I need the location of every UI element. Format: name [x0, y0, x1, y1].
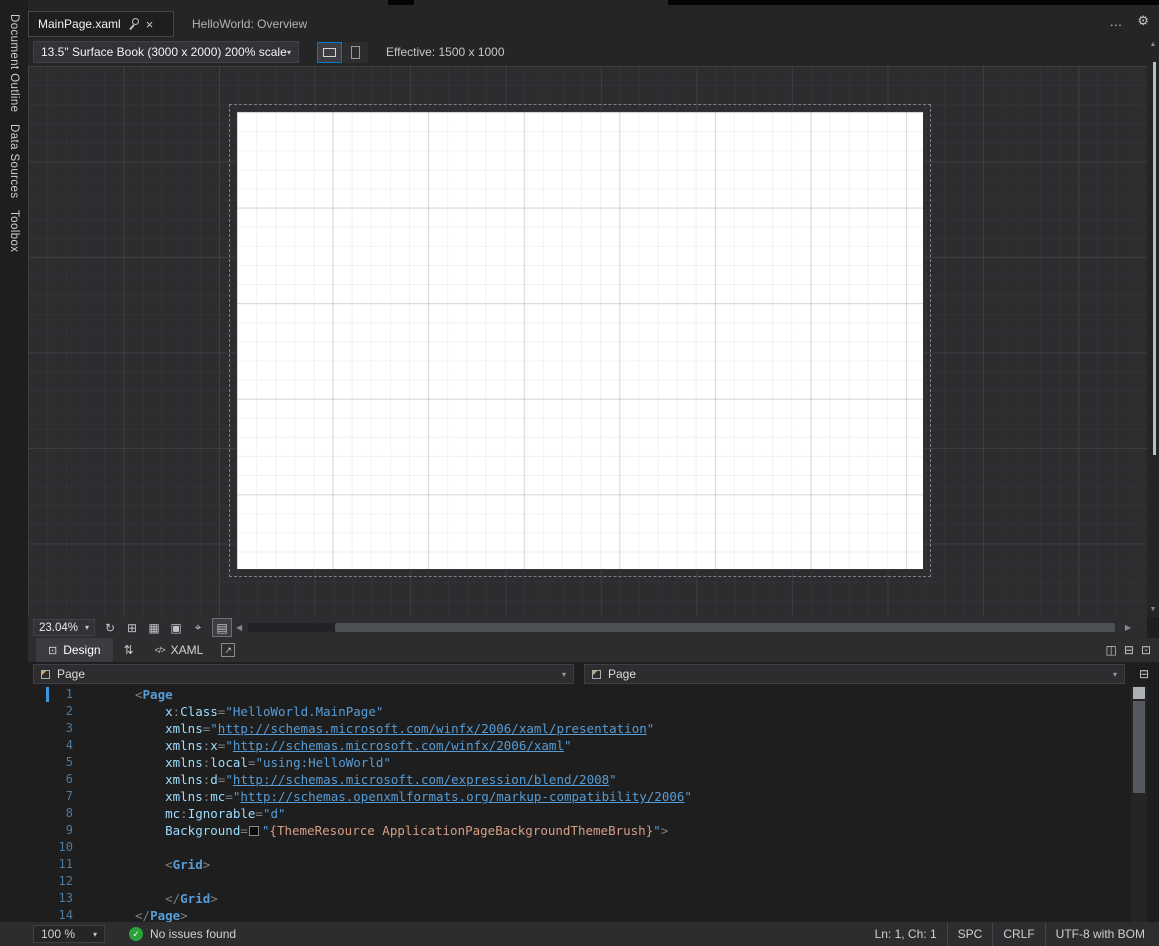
show-grid-icon[interactable]: ⊞	[122, 618, 142, 637]
chevron-down-icon: ▾	[287, 48, 291, 57]
tab-design[interactable]: ⊡ Design	[36, 638, 113, 662]
snap-grid-icon[interactable]: ▦	[144, 618, 164, 637]
page-artboard[interactable]	[236, 111, 924, 570]
tab-label: MainPage.xaml	[38, 17, 121, 31]
breadcrumb-element-right[interactable]: Page ▾	[584, 664, 1125, 684]
encoding-label: UTF-8 with BOM	[1045, 922, 1159, 946]
landscape-orientation-button[interactable]	[317, 42, 342, 63]
refresh-icon[interactable]: ↻	[100, 618, 120, 637]
pin-icon[interactable]	[128, 18, 139, 30]
breadcrumb-element-left[interactable]: Page ▾	[33, 664, 574, 684]
scroll-right-icon[interactable]: ▶	[1125, 623, 1131, 632]
device-toolbar: 13.5" Surface Book (3000 x 2000) 200% sc…	[28, 38, 1147, 66]
chevron-down-icon: ▾	[93, 930, 97, 939]
design-tab-label: Design	[63, 643, 100, 657]
color-swatch	[249, 826, 259, 836]
xaml-tab-label: XAML	[171, 643, 204, 657]
zoom-selector[interactable]: 23.04% ▾	[33, 619, 95, 636]
editor-status-bar: 100 % ▾ ✓ No issues found Ln: 1, Ch: 1 S…	[0, 922, 1159, 946]
tab-xaml[interactable]: </> XAML	[145, 643, 214, 657]
check-circle-icon: ✓	[129, 927, 143, 941]
device-selector-value: 13.5" Surface Book (3000 x 2000) 200% sc…	[41, 45, 287, 59]
designer-zoom-bar: 23.04% ▾ ↻ ⊞ ▦ ▣ ⌖ ▤ ◀ ▶	[28, 617, 1147, 638]
horizontal-scrollbar[interactable]	[248, 623, 1115, 632]
effective-resolution-label: Effective: 1500 x 1000	[386, 45, 505, 59]
breadcrumb-options-icon[interactable]: ⊟	[1135, 667, 1153, 681]
split-horizontal-icon[interactable]: ⊟	[1124, 643, 1134, 657]
popout-icon[interactable]: ↗	[221, 643, 235, 657]
overflow-icon[interactable]: …	[1109, 14, 1122, 29]
scroll-left-icon[interactable]: ◀	[236, 623, 242, 632]
editor-vertical-scrollbar[interactable]	[1131, 686, 1147, 922]
document-tab-bar: MainPage.xaml × HelloWorld: Overview … ⚙	[28, 0, 1159, 38]
design-surface[interactable]	[28, 66, 1147, 617]
snaplines-icon[interactable]: ▣	[166, 618, 186, 637]
portrait-icon	[351, 46, 360, 59]
chevron-down-icon: ▾	[562, 670, 566, 679]
line-numbers: 1234567891011121314	[46, 686, 76, 922]
breadcrumb-element-label: Page	[608, 667, 636, 681]
chevron-down-icon: ▾	[1113, 670, 1117, 679]
tab-label: HelloWorld: Overview	[192, 17, 307, 31]
xaml-icon: </>	[155, 645, 165, 655]
chevron-down-icon: ▾	[85, 623, 89, 632]
sidebar-tab-document-outline[interactable]: Document Outline	[8, 14, 20, 112]
xaml-code-editor[interactable]: 1234567891011121314 <Pagex:Class="HelloW…	[28, 686, 1159, 922]
sidebar-tab-data-sources[interactable]: Data Sources	[8, 124, 20, 198]
titlebar-fragment	[668, 0, 1159, 5]
portrait-orientation-button[interactable]	[343, 42, 368, 63]
element-breadcrumb-bar: Page ▾ Page ▾ ⊟	[28, 662, 1159, 686]
editor-zoom-value: 100 %	[41, 927, 75, 941]
titlebar-fragment	[388, 0, 414, 5]
gear-icon[interactable]: ⚙	[1137, 13, 1149, 29]
collapse-pane-icon[interactable]: ⊡	[1141, 643, 1151, 657]
breakpoint-margin[interactable]	[28, 686, 46, 922]
vertical-scrollbar-thumb[interactable]	[1153, 62, 1156, 455]
device-selector[interactable]: 13.5" Surface Book (3000 x 2000) 200% sc…	[33, 41, 299, 63]
visual-studio-xaml-designer: Document Outline Data Sources Toolbox Ma…	[0, 0, 1159, 946]
split-vertical-icon[interactable]: ◫	[1106, 643, 1117, 657]
scrollbar-grip[interactable]	[1133, 687, 1145, 699]
editor-zoom-selector[interactable]: 100 % ▾	[33, 925, 105, 943]
line-ending-label: CRLF	[992, 922, 1044, 946]
tool-window-tab-strip: Document Outline Data Sources Toolbox	[0, 0, 28, 922]
close-icon[interactable]: ×	[146, 18, 154, 31]
tab-helloworld-overview[interactable]: HelloWorld: Overview	[176, 11, 323, 37]
horizontal-scrollbar-thumb[interactable]	[335, 623, 1115, 632]
element-icon	[592, 670, 601, 679]
design-icon: ⊡	[48, 644, 57, 657]
element-icon	[41, 670, 50, 679]
landscape-icon	[323, 48, 336, 57]
cursor-position-label: Ln: 1, Ch: 1	[865, 922, 947, 946]
status-message: No issues found	[150, 927, 236, 941]
scroll-down-icon[interactable]: ▼	[1147, 606, 1159, 613]
indent-mode-label: SPC	[947, 922, 993, 946]
scrollbar-thumb[interactable]	[1133, 701, 1145, 793]
disable-project-code-icon[interactable]: ▤	[212, 618, 232, 637]
vertical-scrollbar[interactable]: ▲ ▼	[1147, 38, 1159, 617]
tab-mainpage-xaml[interactable]: MainPage.xaml ×	[28, 11, 174, 37]
snap-to-snaplines-icon[interactable]: ⌖	[188, 618, 208, 637]
code-lines[interactable]: <Pagex:Class="HelloWorld.MainPage"xmlns=…	[135, 686, 1135, 922]
scroll-up-icon[interactable]: ▲	[1147, 41, 1159, 48]
breadcrumb-element-label: Page	[57, 667, 85, 681]
zoom-value: 23.04%	[39, 622, 78, 634]
design-xaml-splitter: ⊡ Design ⇅ </> XAML ↗ ◫ ⊟ ⊡	[28, 638, 1159, 662]
swap-panes-icon[interactable]: ⇅	[124, 643, 134, 657]
sidebar-tab-toolbox[interactable]: Toolbox	[8, 210, 20, 252]
